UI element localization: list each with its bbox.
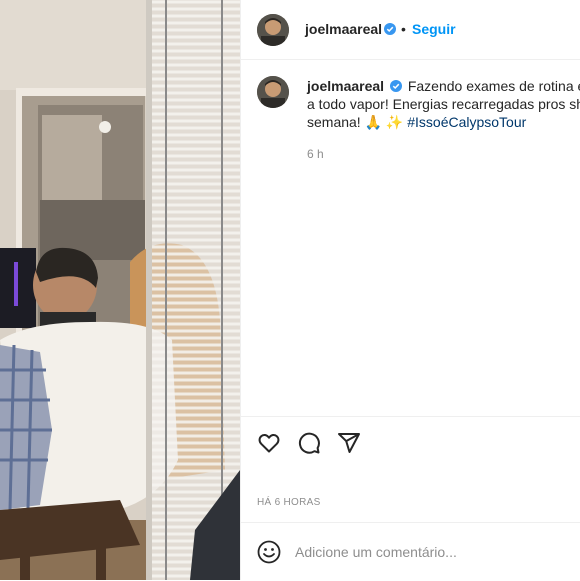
caption-username[interactable]: joelmaareal: [307, 78, 384, 94]
username-link[interactable]: joelmaareal: [305, 21, 382, 37]
separator-dot: •: [401, 21, 406, 37]
caption-timestamp[interactable]: 6 h: [307, 147, 324, 161]
post-caption: joelmaareal Fazendo exames de rotina en …: [307, 77, 580, 131]
verified-badge-icon: [384, 23, 396, 35]
post-header: joelmaareal • Seguir: [241, 0, 580, 60]
comment-input[interactable]: [295, 539, 565, 565]
avatar-image: [257, 14, 289, 46]
post-sidebar: joelmaareal • Seguir joelmaareal Fazendo…: [240, 0, 580, 580]
comment-icon[interactable]: [297, 431, 321, 455]
comment-bar: [241, 522, 580, 581]
caption-verified-icon: [389, 80, 402, 92]
follow-button[interactable]: Seguir: [412, 21, 456, 37]
caption-line-3: semana! 🙏 ✨: [307, 114, 408, 130]
heart-icon[interactable]: [257, 431, 281, 455]
caption-avatar[interactable]: [257, 76, 289, 108]
photo-illustration: [0, 0, 240, 580]
caption-line-2: a todo vapor! Energias recarregadas pros…: [307, 96, 580, 112]
post-date[interactable]: HÁ 6 HORAS: [257, 497, 321, 508]
emoji-icon[interactable]: [257, 540, 281, 564]
caption-line-1: Fazendo exames de rotina en: [407, 78, 580, 94]
avatar[interactable]: [257, 14, 289, 46]
share-icon[interactable]: [337, 431, 361, 455]
caption-avatar-image: [257, 76, 289, 108]
post-photo[interactable]: [0, 0, 240, 580]
hashtag-link[interactable]: #IssoéCalypsoTour: [407, 114, 526, 130]
